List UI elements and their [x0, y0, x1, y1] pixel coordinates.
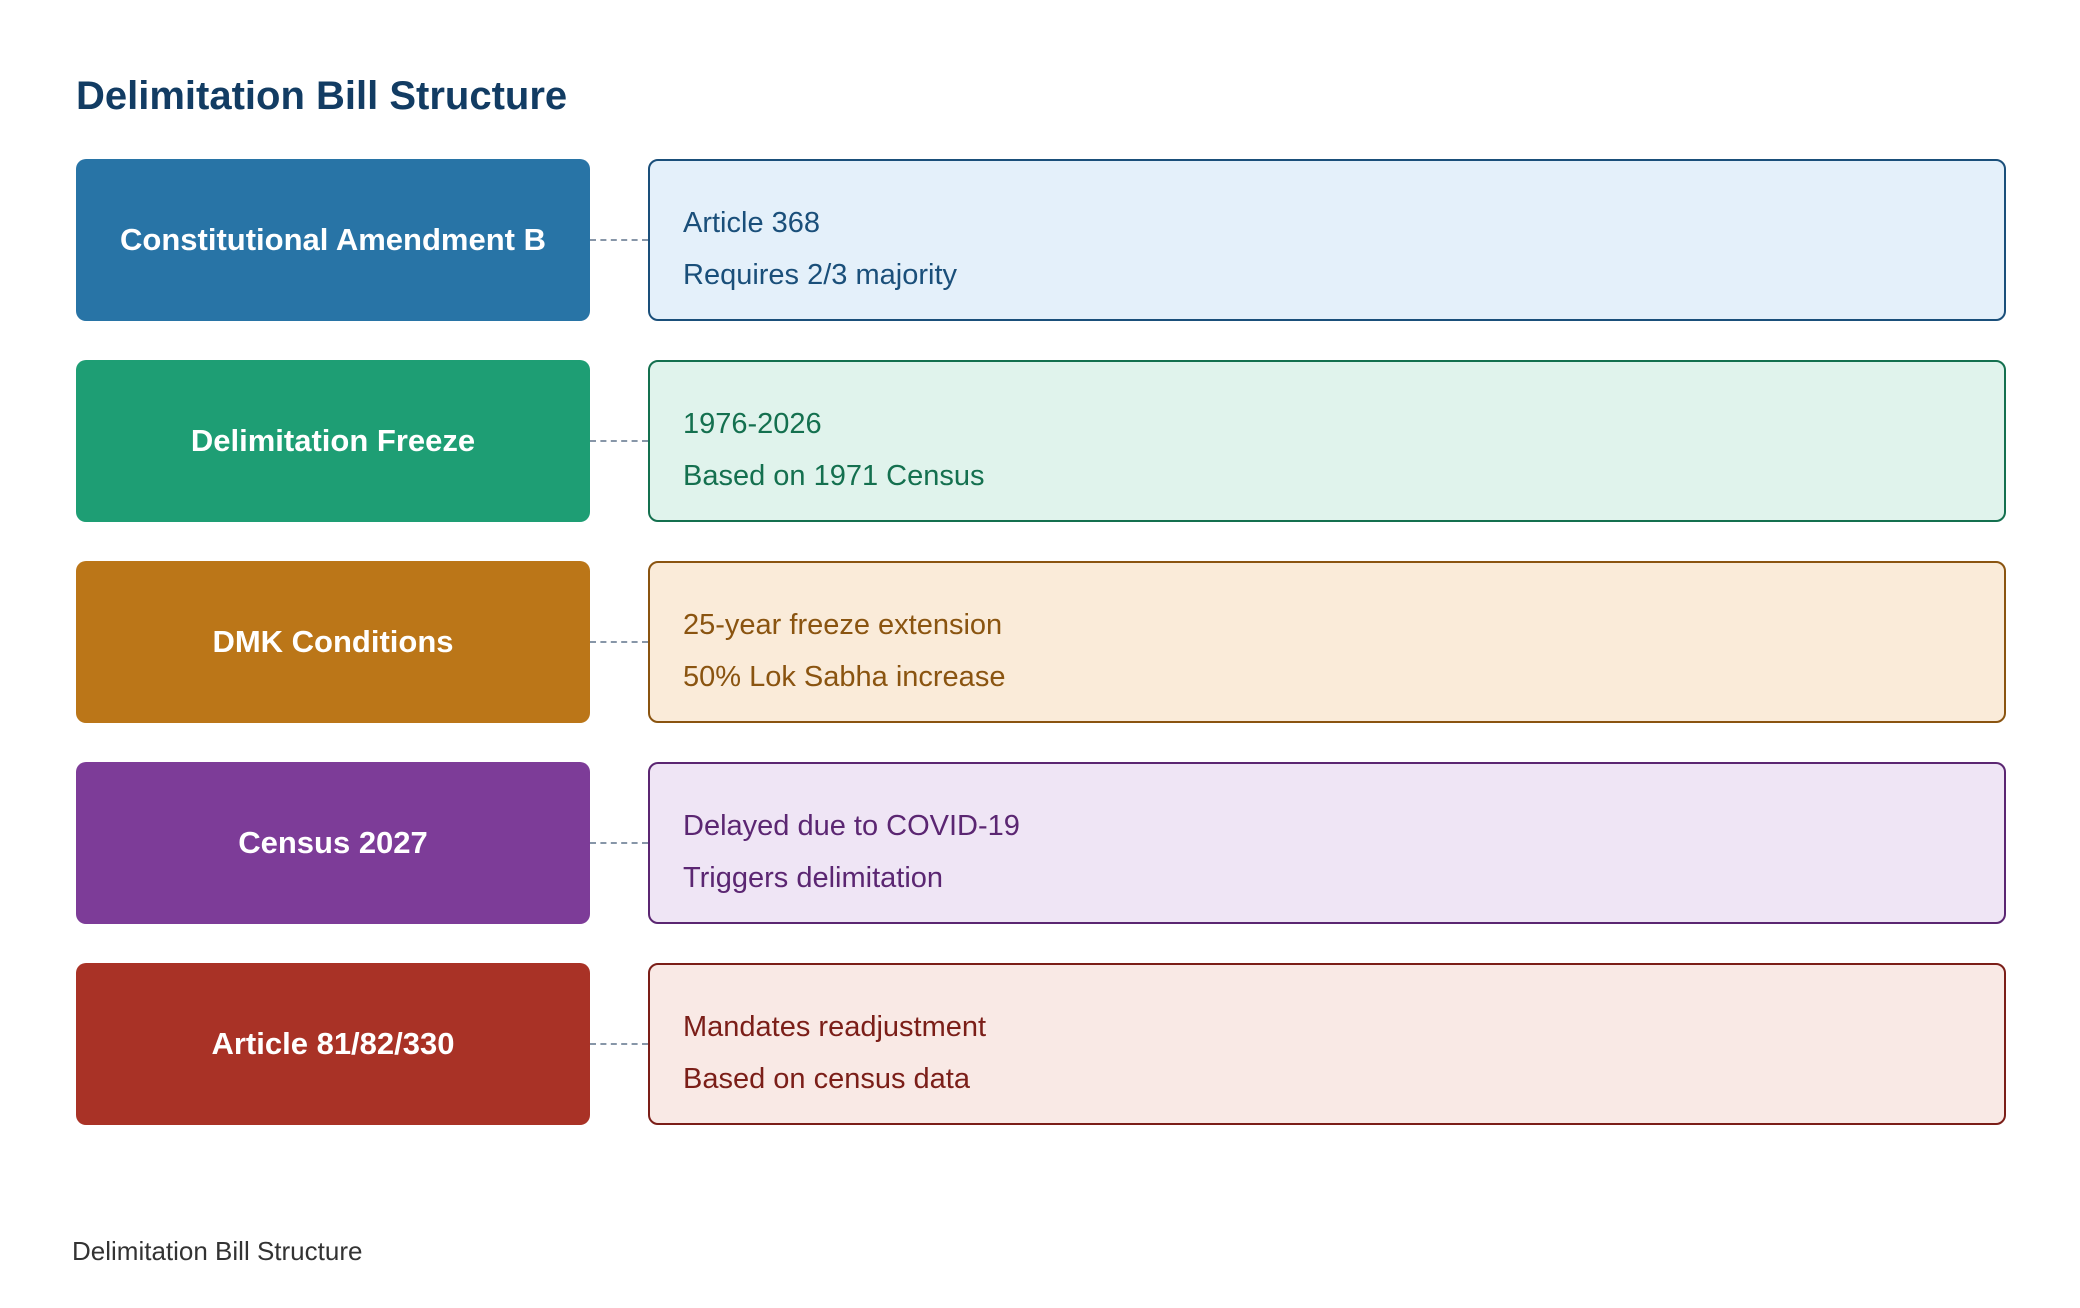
- row-detail-box: 1976-2026 Based on 1971 Census: [648, 360, 2006, 522]
- row-label-box: Article 81/82/330: [76, 963, 590, 1125]
- detail-line: Article 368: [683, 207, 821, 239]
- structure-row: Delimitation Freeze 1976-2026 Based on 1…: [76, 360, 2006, 522]
- diagram-title: Delimitation Bill Structure: [76, 74, 568, 118]
- structure-row: DMK Conditions 25-year freeze extension …: [76, 561, 2006, 723]
- dashed-connector: [590, 842, 648, 844]
- dashed-connector: [590, 1043, 648, 1045]
- row-label-box: Constitutional Amendment B: [76, 159, 590, 321]
- detail-line: 1976-2026: [683, 408, 822, 440]
- row-detail-box: Article 368 Requires 2/3 majority: [648, 159, 2006, 321]
- dashed-connector: [590, 440, 648, 442]
- structure-row: Constitutional Amendment B Article 368 R…: [76, 159, 2006, 321]
- detail-line: Based on 1971 Census: [683, 460, 985, 492]
- footer-caption: Delimitation Bill Structure: [72, 1236, 363, 1266]
- structure-row: Census 2027 Delayed due to COVID-19 Trig…: [76, 762, 2006, 924]
- detail-line: 50% Lok Sabha increase: [683, 661, 1006, 693]
- structure-row: Article 81/82/330 Mandates readjustment …: [76, 963, 2006, 1125]
- detail-line: Mandates readjustment: [683, 1011, 987, 1043]
- row-label-box: Delimitation Freeze: [76, 360, 590, 522]
- detail-line: Based on census data: [683, 1063, 970, 1095]
- row-label-box: DMK Conditions: [76, 561, 590, 723]
- detail-line: Triggers delimitation: [683, 862, 944, 894]
- row-detail-box: Delayed due to COVID-19 Triggers delimit…: [648, 762, 2006, 924]
- detail-line: Delayed due to COVID-19: [683, 810, 1020, 842]
- detail-line: Requires 2/3 majority: [683, 259, 957, 291]
- dashed-connector: [590, 641, 648, 643]
- row-detail-box: Mandates readjustment Based on census da…: [648, 963, 2006, 1125]
- row-label-box: Census 2027: [76, 762, 590, 924]
- row-detail-box: 25-year freeze extension 50% Lok Sabha i…: [648, 561, 2006, 723]
- dashed-connector: [590, 239, 648, 241]
- structure-rows: Constitutional Amendment B Article 368 R…: [76, 159, 2006, 1164]
- detail-line: 25-year freeze extension: [683, 609, 1003, 641]
